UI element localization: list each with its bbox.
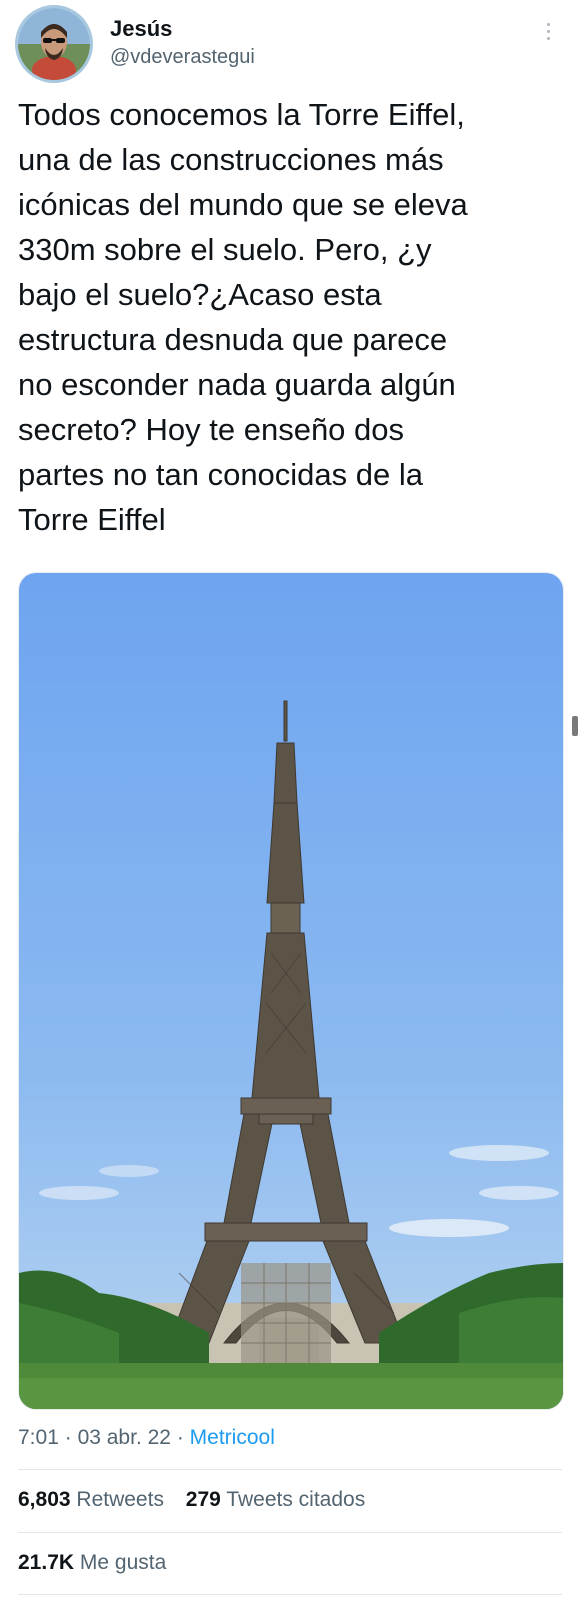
tweet-header: Jesús @vdeverastegui xyxy=(18,8,560,84)
avatar-photo xyxy=(18,8,90,80)
tweet-image[interactable] xyxy=(18,572,564,1410)
retweets-count: 6,803 xyxy=(18,1488,71,1511)
tweet-text: Todos conocemos la Torre Eiffel, una de … xyxy=(18,97,468,537)
quotes-label: Tweets citados xyxy=(226,1488,366,1511)
meta-separator: · xyxy=(176,1426,184,1449)
divider xyxy=(18,1469,562,1470)
likes-count: 21.7K xyxy=(18,1551,75,1574)
retweets-stat[interactable]: 6,803 Retweets xyxy=(18,1486,164,1514)
tweet-source-link[interactable]: Metricool xyxy=(190,1426,275,1449)
scrollbar-thumb[interactable] xyxy=(572,716,578,736)
retweet-stats: 6,803 Retweets 279 Tweets citados xyxy=(18,1486,381,1514)
quotes-stat[interactable]: 279 Tweets citados xyxy=(186,1486,365,1514)
likes-stats: 21.7K Me gusta xyxy=(18,1549,182,1577)
meta-separator: · xyxy=(64,1426,72,1449)
more-options-icon[interactable] xyxy=(538,16,558,46)
tweet-date[interactable]: 03 abr. 22 xyxy=(78,1426,171,1449)
eiffel-tower-photo xyxy=(19,573,563,1409)
likes-stat[interactable]: 21.7K Me gusta xyxy=(18,1549,166,1577)
divider xyxy=(18,1594,562,1595)
tweet-meta: 7:01 · 03 abr. 22 · Metricool xyxy=(18,1424,275,1452)
quotes-count: 279 xyxy=(185,1488,221,1511)
divider xyxy=(18,1532,562,1533)
tweet-time[interactable]: 7:01 xyxy=(18,1426,59,1449)
display-name[interactable]: Jesús xyxy=(110,16,255,42)
avatar[interactable] xyxy=(18,8,90,80)
likes-label: Me gusta xyxy=(79,1551,167,1574)
user-handle[interactable]: @vdeverastegui xyxy=(110,44,255,70)
retweets-label: Retweets xyxy=(76,1488,164,1511)
